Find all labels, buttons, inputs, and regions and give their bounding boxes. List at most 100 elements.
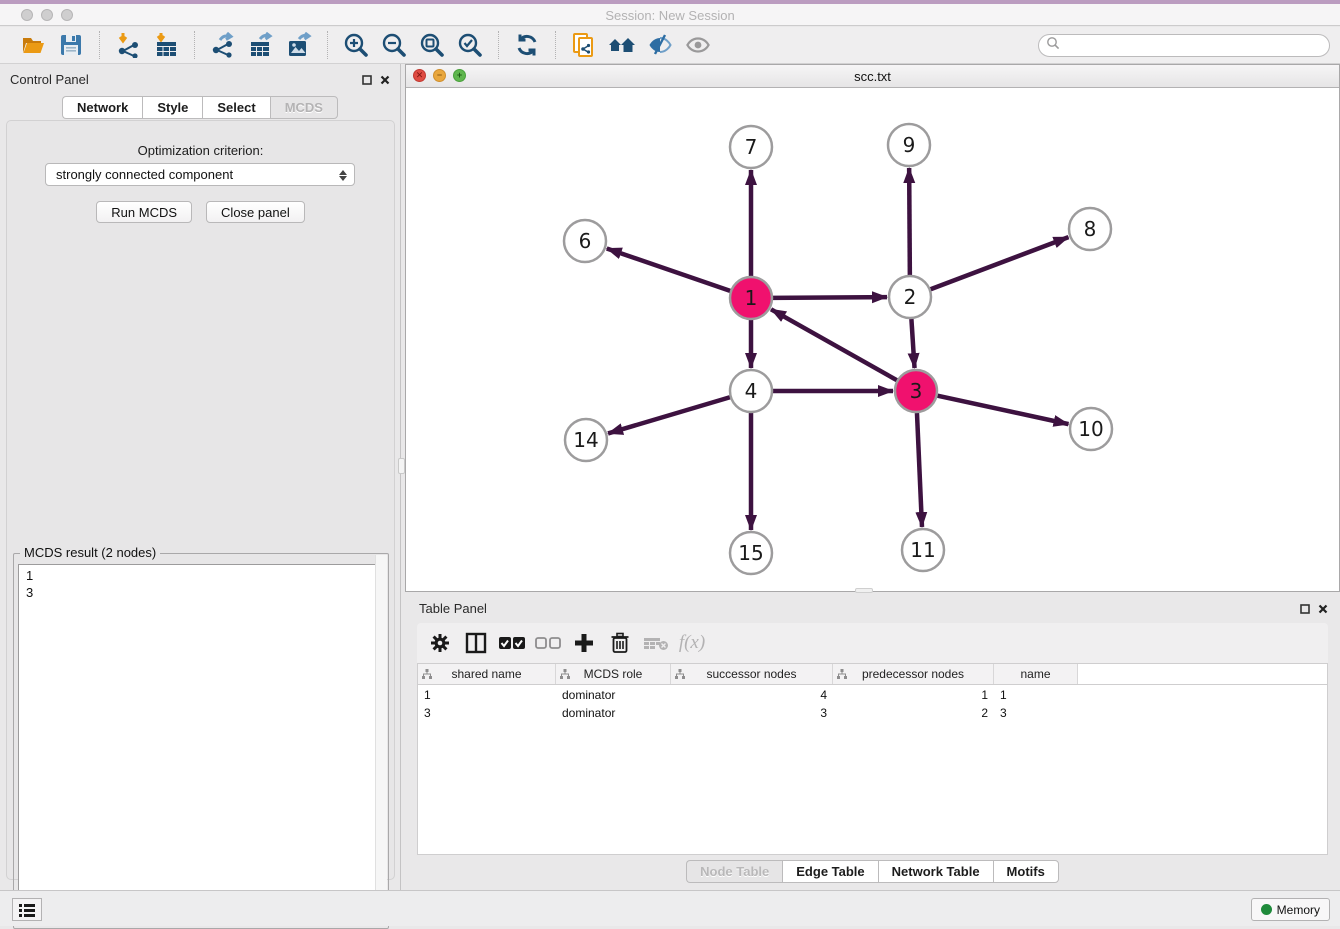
mcds-result-text[interactable]: 1 3 <box>18 564 384 924</box>
control-panel: Control Panel Network Style Select MCDS … <box>0 64 401 890</box>
zoom-in-icon[interactable] <box>341 30 371 60</box>
table-panel-title: Table Panel <box>419 601 487 616</box>
mcds-tab-content: Optimization criterion: strongly connect… <box>6 120 395 880</box>
memory-button[interactable]: Memory <box>1251 898 1330 921</box>
table-row[interactable]: 3 dominator 3 2 3 <box>418 705 1327 721</box>
float-panel-icon[interactable] <box>362 72 372 90</box>
zoom-out-icon[interactable] <box>379 30 409 60</box>
export-table-icon[interactable] <box>246 30 276 60</box>
tab-motifs[interactable]: Motifs <box>993 860 1059 883</box>
optimization-criterion-label: Optimization criterion: <box>7 143 394 158</box>
split-columns-icon[interactable] <box>461 628 491 658</box>
toolbar-separator <box>327 31 328 59</box>
graph-node-8[interactable]: 8 <box>1069 208 1111 250</box>
graph-node-1[interactable]: 1 <box>730 277 772 319</box>
graph-edge-1-2[interactable] <box>773 297 887 298</box>
graph-node-4[interactable]: 4 <box>730 370 772 412</box>
hide-columns-icon[interactable] <box>533 628 563 658</box>
graph-node-10[interactable]: 10 <box>1070 408 1112 450</box>
close-table-panel-icon[interactable] <box>1318 601 1328 619</box>
dropdown-stepper-icon <box>337 167 348 183</box>
task-history-button[interactable] <box>12 898 42 921</box>
memory-label: Memory <box>1277 903 1320 917</box>
graph-node-3[interactable]: 3 <box>895 370 937 412</box>
tab-node-table[interactable]: Node Table <box>686 860 782 883</box>
table-row[interactable]: 1 dominator 4 1 1 <box>418 687 1327 703</box>
show-checked-columns-icon[interactable] <box>497 628 527 658</box>
function-builder-icon[interactable]: f(x) <box>677 628 707 658</box>
tab-network-table[interactable]: Network Table <box>878 860 993 883</box>
column-header-successor-nodes[interactable]: successor nodes <box>671 664 833 684</box>
home-networks-icon[interactable] <box>607 30 637 60</box>
table-panel: Table Panel f(x) shared <box>405 595 1340 890</box>
memory-status-icon <box>1261 904 1272 915</box>
refresh-icon[interactable] <box>512 30 542 60</box>
svg-text:3: 3 <box>910 379 923 403</box>
svg-text:9: 9 <box>903 133 916 157</box>
toolbar-separator <box>194 31 195 59</box>
graph-edge-3-1[interactable] <box>771 309 897 380</box>
window-title: Session: New Session <box>0 8 1340 23</box>
show-panel-icon[interactable] <box>683 30 713 60</box>
graph-node-7[interactable]: 7 <box>730 126 772 168</box>
tab-network[interactable]: Network <box>62 96 142 119</box>
open-folder-icon[interactable] <box>18 30 48 60</box>
save-icon[interactable] <box>56 30 86 60</box>
delete-column-icon[interactable] <box>605 628 635 658</box>
network-window-titlebar[interactable]: ✕ − + scc.txt <box>406 65 1339 88</box>
graph-edge-2-3[interactable] <box>911 319 914 368</box>
svg-text:1: 1 <box>745 286 758 310</box>
import-network-icon[interactable] <box>113 30 143 60</box>
graph-edge-3-10[interactable] <box>937 396 1068 424</box>
column-header-shared-name[interactable]: shared name <box>418 664 556 684</box>
search-input[interactable] <box>1038 34 1330 57</box>
tab-style[interactable]: Style <box>142 96 202 119</box>
export-network-icon[interactable] <box>208 30 238 60</box>
column-header-name[interactable]: name <box>994 664 1078 684</box>
graph-node-11[interactable]: 11 <box>902 529 944 571</box>
hide-panel-icon[interactable] <box>645 30 675 60</box>
svg-text:14: 14 <box>573 428 598 452</box>
close-panel-button[interactable]: Close panel <box>206 201 305 223</box>
export-image-icon[interactable] <box>284 30 314 60</box>
delete-table-icon[interactable] <box>641 628 671 658</box>
graph-edge-2-8[interactable] <box>931 237 1069 289</box>
graph-node-2[interactable]: 2 <box>889 276 931 318</box>
svg-text:15: 15 <box>738 541 763 565</box>
gear-icon[interactable] <box>425 628 455 658</box>
network-window-title: scc.txt <box>406 69 1339 84</box>
optimization-criterion-dropdown[interactable]: strongly connected component <box>45 163 355 186</box>
column-header-mcds-role[interactable]: MCDS role <box>556 664 671 684</box>
tab-edge-table[interactable]: Edge Table <box>782 860 877 883</box>
svg-text:2: 2 <box>904 285 917 309</box>
zoom-selected-icon[interactable] <box>455 30 485 60</box>
tab-mcds[interactable]: MCDS <box>270 96 338 119</box>
close-panel-icon[interactable] <box>380 72 390 90</box>
result-scrollbar[interactable] <box>375 555 387 913</box>
app-titlebar: Session: New Session <box>0 4 1340 26</box>
run-mcds-button[interactable]: Run MCDS <box>96 201 192 223</box>
graph-edge-3-11[interactable] <box>917 413 922 527</box>
copy-network-icon[interactable] <box>569 30 599 60</box>
graph-edge-4-14[interactable] <box>608 397 730 433</box>
network-graph[interactable]: 1 2 3 4 6 7 8 9 10 11 14 15 <box>406 89 1339 591</box>
graph-node-9[interactable]: 9 <box>888 124 930 166</box>
float-table-panel-icon[interactable] <box>1300 601 1310 619</box>
toolbar-separator <box>555 31 556 59</box>
column-header-predecessor-nodes[interactable]: predecessor nodes <box>833 664 994 684</box>
table-toolbar: f(x) <box>417 623 1328 663</box>
graph-node-14[interactable]: 14 <box>565 419 607 461</box>
graph-edge-2-9[interactable] <box>909 168 910 275</box>
mcds-result-fieldset: MCDS result (2 nodes) 1 3 <box>13 553 389 929</box>
graph-node-6[interactable]: 6 <box>564 220 606 262</box>
graph-node-15[interactable]: 15 <box>730 532 772 574</box>
vertical-splitter-handle[interactable] <box>398 458 405 474</box>
horizontal-splitter-handle[interactable] <box>855 588 873 593</box>
list-icon <box>18 903 36 917</box>
add-column-icon[interactable] <box>569 628 599 658</box>
tab-select[interactable]: Select <box>202 96 269 119</box>
zoom-fit-icon[interactable] <box>417 30 447 60</box>
svg-text:10: 10 <box>1078 417 1103 441</box>
graph-edge-1-6[interactable] <box>607 248 730 290</box>
import-table-icon[interactable] <box>151 30 181 60</box>
